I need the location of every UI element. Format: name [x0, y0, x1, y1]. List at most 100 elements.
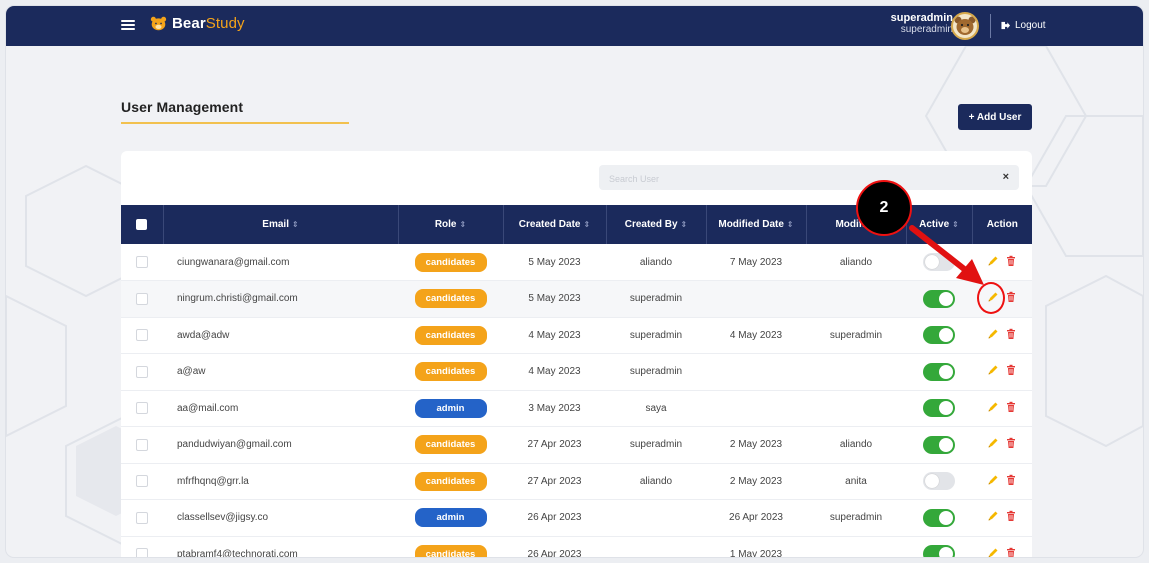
avatar[interactable]	[951, 12, 979, 40]
role-badge: admin	[414, 398, 487, 418]
edit-pencil-icon[interactable]	[987, 364, 999, 376]
table-row: pandudwiyan@gmail.com candidates 27 Apr 20…	[121, 427, 1032, 464]
column-header-created-by[interactable]: Created By ⇕	[606, 205, 707, 244]
edit-pencil-icon[interactable]	[987, 510, 999, 522]
edit-pencil-icon[interactable]	[987, 328, 999, 340]
edit-pencil-icon[interactable]	[987, 437, 999, 449]
row-checkbox[interactable]	[136, 292, 148, 305]
delete-trash-icon[interactable]	[1005, 547, 1017, 557]
row-checkbox[interactable]	[136, 256, 148, 268]
search-box: ×	[599, 165, 1019, 190]
modified-by-cell	[806, 536, 906, 557]
created-date-cell: 26 Apr 2023	[527, 512, 582, 524]
table-body: ciungwanara@gmail.com candidates 5 May 202…	[121, 244, 1032, 557]
logout-icon	[1001, 21, 1010, 30]
row-checkbox[interactable]	[136, 548, 148, 557]
created-date-cell: 5 May 2023	[528, 256, 581, 268]
avatar-bear-icon	[954, 16, 976, 35]
email-cell: pandudwiyan@gmail.com	[177, 439, 292, 451]
modified-date-cell: 26 Apr 2023	[729, 512, 783, 524]
step-number-badge: 2	[856, 180, 912, 236]
modified-by-cell: aliando	[839, 439, 873, 451]
toggle-knob	[939, 547, 953, 557]
user-info[interactable]: superadmin superadmin	[891, 12, 953, 36]
active-toggle[interactable]	[923, 508, 955, 527]
delete-trash-icon[interactable]	[1005, 474, 1017, 486]
select-all-checkbox[interactable]	[136, 218, 148, 230]
row-checkbox[interactable]	[136, 329, 148, 342]
search-input[interactable]	[607, 169, 991, 188]
active-toggle[interactable]	[923, 253, 955, 271]
header-divider	[990, 14, 991, 38]
delete-trash-icon[interactable]	[1005, 291, 1017, 303]
logout-label: Logout	[1015, 20, 1046, 31]
table-row: mfrfhqnq@grr.la candidates 27 Apr 2023 alia…	[121, 463, 1032, 500]
logout-button[interactable]: Logout	[1001, 20, 1046, 31]
created-by-cell: superadmin	[629, 293, 683, 305]
action-cell	[972, 354, 1032, 391]
hamburger-menu-icon[interactable]	[121, 18, 135, 32]
role-cell: candidates	[398, 354, 503, 391]
active-toggle[interactable]	[923, 472, 955, 491]
row-checkbox[interactable]	[136, 402, 148, 415]
active-cell	[906, 390, 972, 427]
active-toggle[interactable]	[923, 362, 955, 381]
user-role: superadmin	[900, 24, 953, 35]
active-toggle[interactable]	[923, 545, 955, 557]
role-cell: candidates	[398, 281, 503, 318]
action-cell	[972, 390, 1032, 427]
column-header-action: Action	[986, 219, 1018, 230]
edit-pencil-icon[interactable]	[987, 474, 999, 486]
row-checkbox[interactable]	[136, 438, 148, 451]
role-cell: candidates	[398, 244, 503, 281]
created-by-cell: superadmin	[629, 366, 683, 378]
modified-by-cell: anita	[845, 475, 867, 487]
table-row: ningrum.christi@gmail.com candidates 5 May…	[121, 280, 1032, 318]
created-date-cell: 3 May 2023	[528, 402, 581, 414]
delete-trash-icon[interactable]	[1005, 255, 1017, 267]
active-toggle[interactable]	[923, 326, 955, 345]
role-badge: admin	[414, 508, 487, 528]
search-clear-icon[interactable]: ×	[1003, 171, 1009, 183]
row-checkbox[interactable]	[136, 475, 148, 488]
column-header-modified-date[interactable]: Modified Date ⇕	[706, 205, 807, 244]
active-toggle[interactable]	[923, 399, 955, 418]
edit-pencil-icon[interactable]	[987, 547, 999, 557]
created-by-cell: superadmin	[629, 439, 683, 451]
delete-trash-icon[interactable]	[1005, 401, 1017, 413]
row-checkbox[interactable]	[136, 511, 148, 524]
column-header-active[interactable]: Active ⇕	[906, 205, 973, 244]
edit-pencil-icon[interactable]	[987, 255, 999, 267]
sort-icon: ⇕	[583, 220, 591, 229]
column-header-email[interactable]: Email ⇕	[163, 205, 399, 244]
delete-trash-icon[interactable]	[1005, 510, 1017, 522]
sort-icon: ⇕	[291, 220, 299, 229]
active-cell	[906, 427, 972, 464]
toggle-knob	[939, 328, 953, 343]
row-select-cell	[121, 427, 163, 464]
column-header-role[interactable]: Role ⇕	[398, 205, 504, 244]
row-checkbox[interactable]	[136, 365, 148, 378]
active-toggle[interactable]	[923, 435, 955, 454]
modified-date-cell	[706, 354, 806, 391]
toggle-knob	[939, 364, 953, 379]
delete-trash-icon[interactable]	[1005, 328, 1017, 340]
add-user-button[interactable]: + Add User	[958, 104, 1032, 130]
email-cell: ciungwanara@gmail.com	[177, 256, 290, 268]
sort-icon: ⇕	[459, 220, 467, 229]
column-header-created-date[interactable]: Created Date ⇕	[503, 205, 607, 244]
table-row: aa@mail.com admin 3 May 2023 saya	[121, 390, 1032, 427]
action-cell	[972, 427, 1032, 464]
row-select-cell	[121, 390, 163, 427]
edit-pencil-icon[interactable]	[987, 401, 999, 413]
modified-date-cell	[706, 281, 806, 318]
delete-trash-icon[interactable]	[1005, 364, 1017, 376]
active-cell	[906, 536, 972, 557]
brand-logo[interactable]: BearStudy	[150, 15, 245, 32]
created-date-cell: 4 May 2023	[528, 329, 581, 341]
email-cell: ptabramf4@technorati.com	[177, 548, 298, 557]
role-cell: admin	[398, 500, 503, 537]
email-cell: a@aw	[177, 366, 206, 378]
delete-trash-icon[interactable]	[1005, 437, 1017, 449]
active-toggle[interactable]	[923, 289, 955, 308]
